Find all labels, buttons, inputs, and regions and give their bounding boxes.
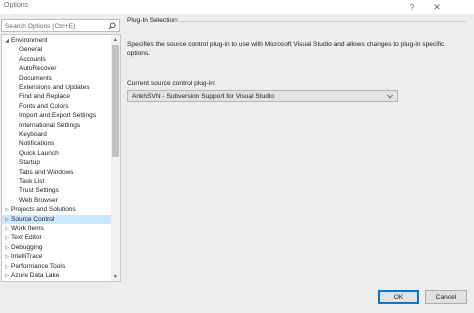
description-text: Specifies the source control plug-in to … [127, 41, 445, 58]
plugin-select[interactable]: AnkhSVN - Subversion Support for Visual … [127, 90, 398, 102]
scroll-up-arrow-icon[interactable]: ▲ [111, 35, 120, 44]
tree-item[interactable]: ▷ Projects and Solutions [2, 205, 111, 214]
tree-item-label: Extensions and Updates [19, 84, 90, 91]
tree-item-label: AutoRecover [19, 65, 57, 73]
tree-item-label: Quick Launch [19, 149, 59, 157]
tree-item[interactable]: Web Browser [2, 196, 111, 205]
tree-item-label: IntelliTrace [11, 253, 43, 261]
tree-item-label: Tabs and Windows [19, 168, 74, 176]
tree-item-label: Import and Export Settings [19, 112, 96, 120]
tree-item[interactable]: ▷ Azure Data Lake [2, 271, 111, 280]
tree-item[interactable]: AutoRecover [2, 64, 111, 73]
window-title: Options [4, 2, 29, 9]
tree-item-label: Performance Tools [11, 262, 66, 270]
tree-item[interactable]: Quick Launch [2, 149, 111, 158]
options-tree[interactable]: ◢ Environment General Accounts AutoRecover Do… [1, 34, 121, 282]
search-icon[interactable] [108, 22, 116, 30]
tree-item[interactable]: Task List [2, 177, 111, 186]
section-divider [176, 21, 466, 22]
tree-item[interactable]: General [2, 45, 111, 54]
tree-item-label: Work Items [11, 225, 44, 232]
tree-item[interactable]: ▷ Performance Tools [2, 262, 111, 271]
tree-item[interactable]: Notifications [2, 139, 111, 148]
tree-item[interactable]: Import and Export Settings [2, 111, 111, 120]
tree-item-label: General [19, 46, 43, 54]
tree-item[interactable]: Accounts [2, 55, 111, 64]
search-box[interactable] [1, 19, 120, 32]
tree-item-label: Debugging [11, 243, 43, 251]
tree-item-label: Fonts and Colors [19, 102, 69, 110]
tree-item-label: Environment [11, 37, 48, 44]
tree-item[interactable]: International Settings [2, 121, 111, 130]
tree-item[interactable]: Startup [2, 158, 111, 167]
tree-item[interactable]: Trust Settings [2, 186, 111, 195]
scroll-down-arrow-icon[interactable]: ▼ [111, 272, 120, 281]
plugin-select-value: AnkhSVN - Subversion Support for Visual … [132, 93, 275, 100]
tree-item[interactable]: Find and Replace [2, 92, 111, 101]
chevron-down-icon[interactable] [387, 94, 393, 99]
tree-item-label: Projects and Solutions [11, 206, 76, 214]
tree-item[interactable]: ▷ Work Items [2, 224, 111, 233]
tree-item-label: Azure Data Lake [11, 272, 60, 279]
plugin-field-label: Current source control plug-in: [127, 80, 216, 87]
help-button[interactable]: ? [405, 1, 419, 13]
tree-item-label: Task List [19, 178, 45, 185]
ok-button[interactable]: OK [378, 290, 419, 304]
title-bar: Options ? ✕ [0, 0, 474, 14]
search-input[interactable] [5, 21, 105, 31]
tree-item-label: Text Editor [11, 234, 42, 242]
tree-item[interactable]: Documents [2, 74, 111, 83]
tree-item[interactable]: ▷ Source Control [2, 214, 111, 224]
tree-item[interactable]: Extensions and Updates [2, 83, 111, 92]
tree-scrollbar[interactable]: ▲ ▼ [111, 35, 120, 281]
tree-item[interactable]: Keyboard [2, 130, 111, 139]
scroll-thumb[interactable] [112, 45, 119, 157]
tree-item-label: Find and Replace [19, 93, 70, 101]
tree-item-label: Keyboard [19, 131, 47, 138]
caret-right-icon[interactable]: ▷ [3, 272, 11, 281]
tree-item[interactable]: ◢ Environment [2, 36, 111, 45]
tree-item[interactable]: ▷ IntelliTrace [2, 252, 111, 261]
section-title: Plug-In Selection: [127, 17, 179, 24]
tree-item-label: Notifications [19, 140, 55, 148]
tree-item[interactable]: Fonts and Colors [2, 102, 111, 111]
tree-item-label: Accounts [19, 55, 46, 63]
tree-item-label: Documents [19, 74, 52, 82]
tree-item-label: Web Browser [19, 196, 58, 204]
tree-item[interactable]: Tabs and Windows [2, 168, 111, 177]
tree-item[interactable]: ▷ Text Editor [2, 233, 111, 242]
cancel-button[interactable]: Cancel [425, 290, 467, 304]
close-button[interactable]: ✕ [430, 1, 444, 13]
tree-item-label: International Settings [19, 121, 81, 129]
tree-item[interactable]: ▷ Debugging [2, 243, 111, 252]
tree-item-label: Source Control [11, 215, 55, 223]
tree-item-label: Trust Settings [19, 187, 59, 195]
tree-item-label: Startup [19, 159, 40, 167]
